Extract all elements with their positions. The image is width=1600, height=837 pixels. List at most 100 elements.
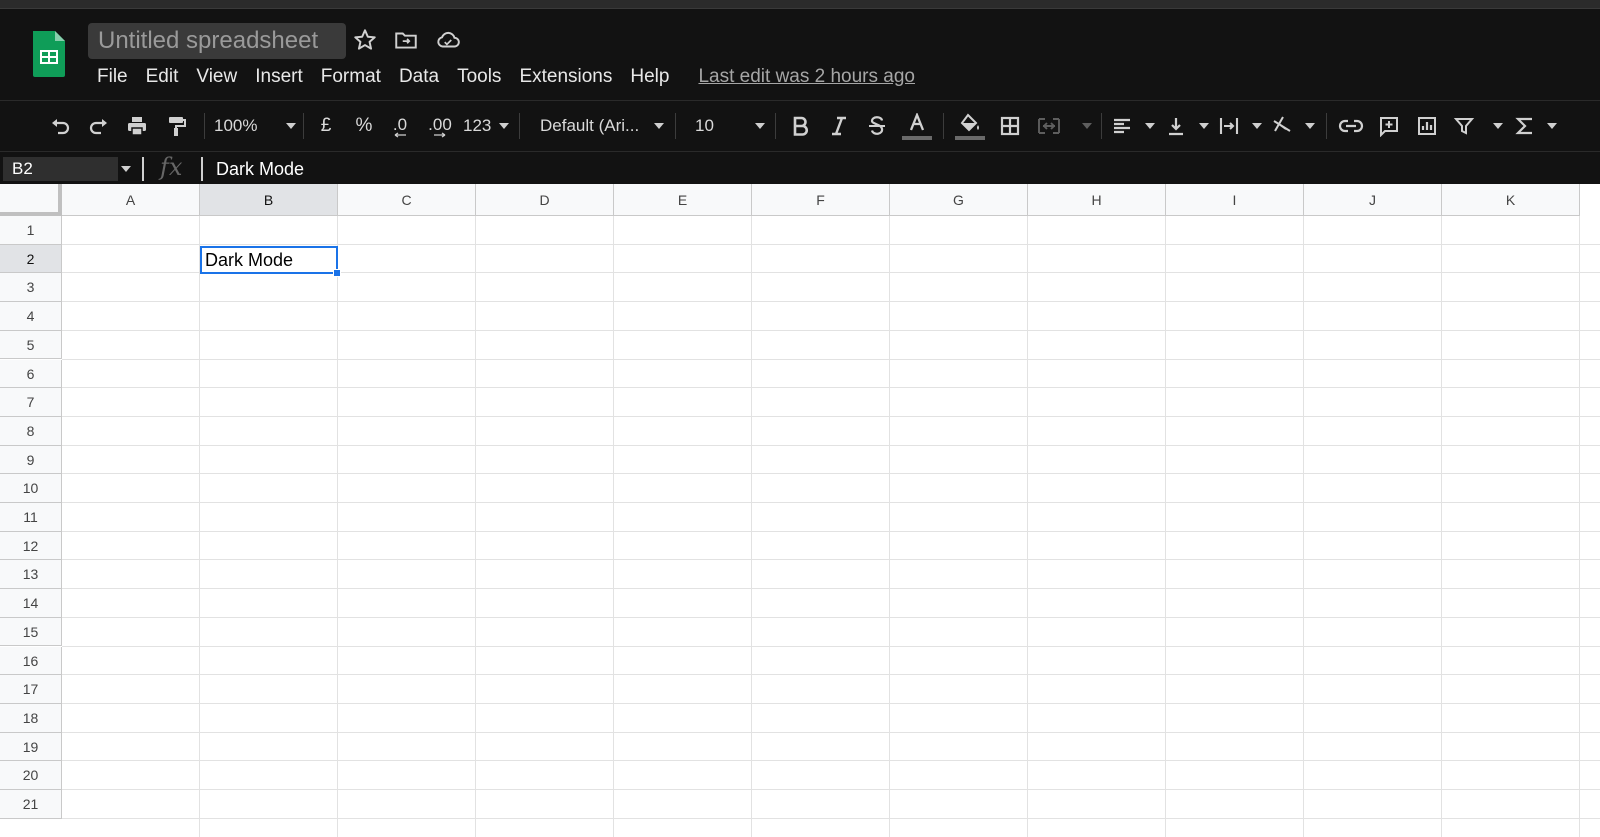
arrow-left-icon — [394, 131, 406, 138]
font-size-select[interactable]: 10 — [695, 111, 765, 141]
more-formats-select[interactable]: 123 — [463, 111, 509, 141]
row-header-1[interactable]: 1 — [0, 216, 62, 245]
row-header-13[interactable]: 13 — [0, 560, 62, 590]
redo-button[interactable] — [84, 111, 114, 141]
bold-button[interactable] — [787, 111, 813, 141]
selected-cell-b2[interactable]: Dark Mode — [200, 246, 338, 274]
menu-extensions[interactable]: Extensions — [510, 64, 621, 90]
row-header-15[interactable]: 15 — [0, 617, 62, 647]
zoom-select[interactable]: 100% — [214, 111, 296, 141]
move-folder-icon[interactable] — [393, 27, 419, 53]
column-header-j[interactable]: J — [1304, 184, 1442, 216]
column-header-k[interactable]: K — [1442, 184, 1580, 216]
menu-format[interactable]: Format — [312, 64, 390, 90]
column-header-g[interactable]: G — [890, 184, 1028, 216]
column-header-i[interactable]: I — [1166, 184, 1304, 216]
borders-button[interactable] — [997, 111, 1023, 141]
menu-help[interactable]: Help — [621, 64, 678, 90]
fill-color-button[interactable] — [954, 111, 986, 141]
row-header-17[interactable]: 17 — [0, 675, 62, 704]
strikethrough-button[interactable] — [864, 111, 890, 141]
row-header-18[interactable]: 18 — [0, 703, 62, 733]
column-header-b[interactable]: B — [200, 184, 338, 216]
cloud-status-icon[interactable] — [435, 27, 461, 53]
column-gridline — [1303, 216, 1304, 837]
menu-file[interactable]: File — [88, 64, 137, 90]
currency-format-button[interactable]: £ — [313, 111, 339, 141]
strikethrough-icon — [869, 116, 885, 135]
formula-bar: B2 fx Dark Mode — [0, 151, 1600, 184]
row-header-9[interactable]: 9 — [0, 445, 62, 475]
row-header-8[interactable]: 8 — [0, 416, 62, 446]
row-header-2[interactable]: 2 — [0, 244, 62, 274]
toolbar-separator — [943, 113, 944, 139]
row-header-12[interactable]: 12 — [0, 531, 62, 561]
chevron-down-icon — [1199, 123, 1209, 129]
filter-select[interactable] — [1453, 111, 1503, 141]
row-header-3[interactable]: 3 — [0, 273, 62, 303]
increase-decimal-button[interactable]: .00 — [424, 111, 456, 141]
column-header-f[interactable]: F — [752, 184, 890, 216]
sheets-app: Untitled spreadsheet File Edit View Inse… — [0, 0, 1600, 837]
column-header-d[interactable]: D — [476, 184, 614, 216]
chevron-down-icon — [654, 123, 664, 129]
row-header-4[interactable]: 4 — [0, 302, 62, 331]
column-gridline — [1579, 216, 1580, 837]
percent-format-button[interactable]: % — [351, 111, 377, 141]
sheets-logo-icon[interactable] — [31, 29, 67, 79]
column-header-h[interactable]: H — [1028, 184, 1166, 216]
menu-data[interactable]: Data — [390, 64, 448, 90]
row-header-10[interactable]: 10 — [0, 474, 62, 503]
decrease-decimal-button[interactable]: .0 — [386, 111, 414, 141]
select-all-corner[interactable] — [0, 184, 62, 216]
italic-button[interactable] — [826, 111, 852, 141]
undo-button[interactable] — [45, 111, 75, 141]
text-rotation-select[interactable] — [1271, 111, 1315, 141]
insert-link-button[interactable] — [1336, 111, 1366, 141]
star-icon[interactable] — [352, 27, 378, 53]
row-header-19[interactable]: 19 — [0, 732, 62, 762]
row-header-20[interactable]: 20 — [0, 761, 62, 790]
insert-comment-button[interactable] — [1375, 111, 1403, 141]
row-gridline — [62, 731, 1600, 733]
column-gridline — [337, 216, 338, 837]
horizontal-align-select[interactable] — [1111, 111, 1155, 141]
column-header-c[interactable]: C — [338, 184, 476, 216]
font-family-select[interactable]: Default (Ari... — [540, 111, 664, 141]
row-gridline — [62, 530, 1600, 532]
insert-chart-button[interactable] — [1413, 111, 1441, 141]
document-title-input[interactable]: Untitled spreadsheet — [88, 23, 346, 59]
column-header-e[interactable]: E — [614, 184, 752, 216]
name-box[interactable]: B2 — [3, 157, 118, 181]
merge-cells-icon — [1038, 118, 1060, 134]
row-header-6[interactable]: 6 — [0, 359, 62, 389]
chevron-down-icon[interactable] — [121, 166, 131, 172]
fill-color-swatch — [955, 135, 985, 140]
column-header-a[interactable]: A — [62, 184, 200, 216]
menu-edit[interactable]: Edit — [137, 64, 188, 90]
row-header-21[interactable]: 21 — [0, 790, 62, 819]
column-gridline — [475, 216, 476, 837]
font-size-value: 10 — [695, 116, 714, 135]
row-header-7[interactable]: 7 — [0, 388, 62, 417]
fill-color-icon — [960, 112, 979, 131]
merge-cells-button[interactable] — [1036, 111, 1092, 141]
fill-handle[interactable] — [333, 269, 341, 277]
text-wrap-select[interactable] — [1218, 111, 1262, 141]
paint-format-button[interactable] — [161, 111, 191, 141]
print-button[interactable] — [122, 111, 152, 141]
vertical-align-select[interactable] — [1165, 111, 1209, 141]
last-edit-link[interactable]: Last edit was 2 hours ago — [698, 64, 915, 90]
row-header-5[interactable]: 5 — [0, 330, 62, 360]
formula-input[interactable]: Dark Mode — [216, 156, 304, 182]
menu-insert[interactable]: Insert — [246, 64, 312, 90]
row-header-16[interactable]: 16 — [0, 646, 62, 676]
text-color-button[interactable] — [901, 111, 933, 141]
zoom-value: 100% — [214, 116, 258, 135]
spreadsheet-grid[interactable]: ABCDEFGHIJK 1 2 3 4 5 6 7 8 9 10 11 12 13 14 15 16 17 18 1… — [0, 184, 1600, 837]
menu-tools[interactable]: Tools — [448, 64, 510, 90]
menu-view[interactable]: View — [187, 64, 246, 90]
row-header-14[interactable]: 14 — [0, 589, 62, 618]
row-header-11[interactable]: 11 — [0, 503, 62, 532]
functions-select[interactable] — [1515, 111, 1557, 141]
